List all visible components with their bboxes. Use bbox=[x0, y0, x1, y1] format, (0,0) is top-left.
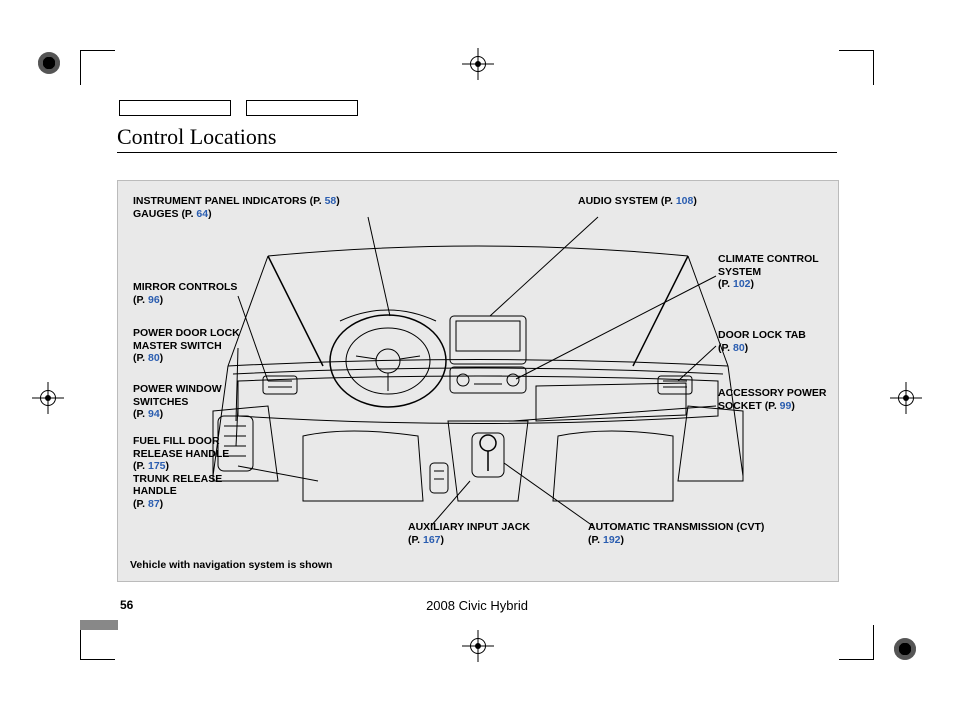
callout-label: POWER WINDOW SWITCHES bbox=[133, 383, 222, 408]
page-ref[interactable]: 80 bbox=[733, 342, 745, 354]
title-rule-icon bbox=[117, 152, 837, 153]
registration-target-icon bbox=[896, 388, 916, 408]
callout-label: TRUNK RELEASE HANDLE bbox=[133, 473, 222, 498]
page-ref[interactable]: 87 bbox=[148, 498, 160, 510]
crop-mark-icon bbox=[839, 625, 874, 660]
page-ref[interactable]: 64 bbox=[196, 208, 208, 220]
callout-aux: AUXILIARY INPUT JACK (P. 167) bbox=[408, 521, 568, 546]
page-ref[interactable]: 99 bbox=[780, 400, 792, 412]
callout-label: DOOR LOCK TAB bbox=[718, 329, 806, 341]
page-ref[interactable]: 80 bbox=[148, 352, 160, 364]
page-ref[interactable]: 96 bbox=[148, 294, 160, 306]
registration-target-icon bbox=[38, 388, 58, 408]
callout-label: GAUGES bbox=[133, 208, 179, 220]
callout-powerwin: POWER WINDOW SWITCHES (P. 94) bbox=[133, 383, 243, 421]
callout-audio: AUDIO SYSTEM (P. 108) bbox=[578, 195, 697, 208]
callout-doorlocktab: DOOR LOCK TAB (P. 80) bbox=[718, 329, 828, 354]
callout-mirror: MIRROR CONTROLS (P. 96) bbox=[133, 281, 243, 306]
crop-mark-icon bbox=[80, 50, 115, 85]
callout-instrument: INSTRUMENT PANEL INDICATORS (P. 58) GAUG… bbox=[133, 195, 413, 220]
registration-target-icon bbox=[468, 54, 488, 74]
footer-text: 2008 Civic Hybrid bbox=[0, 598, 954, 613]
callout-climate: CLIMATE CONTROL SYSTEM (P. 102) bbox=[718, 253, 828, 291]
callout-fuel-trunk: FUEL FILL DOOR RELEASE HANDLE (P. 175) T… bbox=[133, 435, 253, 511]
registration-dot-icon bbox=[894, 638, 916, 660]
figure-box: INSTRUMENT PANEL INDICATORS (P. 58) GAUG… bbox=[117, 180, 839, 582]
crop-mark-icon bbox=[839, 50, 874, 85]
callout-label: CLIMATE CONTROL SYSTEM bbox=[718, 253, 819, 278]
callout-powerlock: POWER DOOR LOCK MASTER SWITCH (P. 80) bbox=[133, 327, 253, 365]
callout-autotrans: AUTOMATIC TRANSMISSION (CVT) (P. 192) bbox=[588, 521, 818, 546]
crop-fill-icon bbox=[80, 620, 118, 630]
page-ref[interactable]: 167 bbox=[423, 534, 441, 546]
page-ref[interactable]: 94 bbox=[148, 408, 160, 420]
figure-note: Vehicle with navigation system is shown bbox=[130, 559, 332, 571]
callout-label: INSTRUMENT PANEL INDICATORS bbox=[133, 195, 307, 207]
registration-target-icon bbox=[468, 636, 488, 656]
page-ref[interactable]: 108 bbox=[676, 195, 694, 207]
callout-label: AUTOMATIC TRANSMISSION (CVT) bbox=[588, 521, 764, 533]
callout-label: MIRROR CONTROLS bbox=[133, 281, 237, 293]
callout-label: AUXILIARY INPUT JACK bbox=[408, 521, 530, 533]
callout-label: FUEL FILL DOOR RELEASE HANDLE bbox=[133, 435, 229, 460]
page-ref[interactable]: 192 bbox=[603, 534, 621, 546]
callout-label: AUDIO SYSTEM bbox=[578, 195, 658, 207]
page-ref[interactable]: 102 bbox=[733, 278, 751, 290]
page-title: Control Locations bbox=[117, 124, 276, 150]
color-box-icon bbox=[119, 100, 231, 116]
page-ref[interactable]: 58 bbox=[325, 195, 337, 207]
registration-dot-icon bbox=[38, 52, 60, 74]
callout-label: POWER DOOR LOCK MASTER SWITCH bbox=[133, 327, 240, 352]
page-ref[interactable]: 175 bbox=[148, 460, 166, 472]
color-box-icon bbox=[246, 100, 358, 116]
crop-mark-icon bbox=[80, 625, 115, 660]
callout-accpower: ACCESSORY POWER SOCKET (P. 99) bbox=[718, 387, 833, 412]
